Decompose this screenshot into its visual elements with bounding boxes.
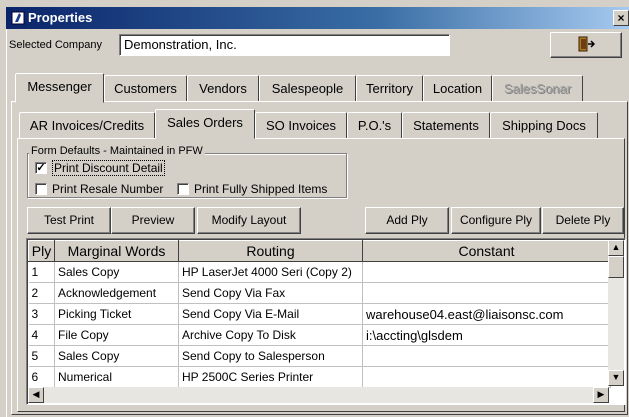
cell-marginal-words[interactable]: Numerical	[54, 366, 179, 388]
column-header-constant[interactable]: Constant	[362, 240, 611, 262]
cell-ply[interactable]: 4	[28, 324, 55, 346]
title-bar[interactable]: Properties ×	[6, 7, 629, 29]
selected-company-field[interactable]: Demonstration, Inc.	[119, 34, 450, 56]
scroll-thumb[interactable]	[608, 256, 624, 278]
cell-constant[interactable]: warehouse04.east@liaisonsc.com	[362, 303, 611, 325]
tab-ar-invoices-label: AR Invoices/Credits	[29, 118, 145, 133]
cell-ply[interactable]: 2	[28, 282, 55, 304]
tab-pos-label: P.O.'s	[357, 118, 392, 133]
modify-layout-button[interactable]: Modify Layout	[197, 207, 301, 234]
cell-routing[interactable]: Archive Copy To Disk	[178, 324, 363, 346]
cell-marginal-words[interactable]: Picking Ticket	[54, 303, 179, 325]
table-row[interactable]: 6 Numerical HP 2500C Series Printer	[28, 366, 611, 388]
tab-shipping-docs-label: Shipping Docs	[502, 118, 586, 133]
tab-vendors[interactable]: Vendors	[187, 75, 259, 102]
table-row[interactable]: 4 File Copy Archive Copy To Disk i:\acct…	[28, 324, 611, 346]
tab-location[interactable]: Location	[423, 75, 492, 102]
cell-routing[interactable]: Send Copy Via Fax	[178, 282, 363, 304]
tab-territory-label: Territory	[366, 81, 413, 96]
delete-ply-button[interactable]: Delete Ply	[542, 207, 624, 234]
cell-constant[interactable]	[362, 261, 611, 283]
scroll-up-arrow-icon[interactable]: ▲	[608, 240, 624, 256]
form-defaults-title: Form Defaults - Maintained in PFW	[29, 145, 205, 157]
close-button[interactable]: ×	[613, 10, 629, 26]
tab-vendors-label: Vendors	[199, 81, 247, 96]
test-print-button[interactable]: Test Print	[27, 207, 111, 234]
cell-ply[interactable]: 5	[28, 345, 55, 367]
tab-messenger-label: Messenger	[27, 79, 92, 94]
ply-table: Ply Marginal Words Routing Constant 1 Sa…	[28, 240, 611, 388]
add-ply-button[interactable]: Add Ply	[365, 207, 449, 234]
cell-ply[interactable]: 3	[28, 303, 55, 325]
tab-sales-orders-label: Sales Orders	[167, 115, 243, 130]
cell-constant[interactable]	[362, 366, 611, 388]
tab-salessonar: SalesSonar	[492, 75, 583, 102]
cell-marginal-words[interactable]: Acknowledgement	[54, 282, 179, 304]
print-resale-number-label[interactable]: Print Resale Number	[52, 182, 163, 196]
tab-statements-label: Statements	[413, 118, 479, 133]
tab-ar-invoices[interactable]: AR Invoices/Credits	[19, 112, 155, 139]
cell-marginal-words[interactable]: File Copy	[54, 324, 179, 346]
column-header-ply[interactable]: Ply	[28, 240, 55, 262]
scroll-left-arrow-icon[interactable]: ◀	[28, 387, 44, 403]
table-row[interactable]: 3 Picking Ticket Send Copy Via E-Mail wa…	[28, 303, 611, 325]
tab-location-label: Location	[432, 81, 483, 96]
cell-marginal-words[interactable]: Sales Copy	[54, 345, 179, 367]
tab-customers[interactable]: Customers	[104, 75, 187, 102]
table-row[interactable]: 1 Sales Copy HP LaserJet 4000 Seri (Copy…	[28, 261, 611, 283]
tab-salessonar-label: SalesSonar	[503, 81, 572, 96]
cell-marginal-words[interactable]: Sales Copy	[54, 261, 179, 283]
tab-sales-orders[interactable]: Sales Orders	[155, 109, 255, 139]
tab-so-invoices-label: SO Invoices	[265, 118, 337, 133]
cell-constant[interactable]	[362, 282, 611, 304]
table-row[interactable]: 5 Sales Copy Send Copy to Salesperson	[28, 345, 611, 367]
ply-grid[interactable]: Ply Marginal Words Routing Constant 1 Sa…	[26, 238, 626, 405]
tab-salespeople-label: Salespeople	[271, 81, 344, 96]
app-icon	[11, 11, 25, 25]
print-fully-shipped-label[interactable]: Print Fully Shipped Items	[194, 182, 327, 196]
tab-statements[interactable]: Statements	[402, 112, 490, 139]
tab-customers-label: Customers	[114, 81, 177, 96]
column-header-routing[interactable]: Routing	[178, 240, 363, 262]
cell-constant[interactable]	[362, 345, 611, 367]
exit-door-icon	[578, 36, 596, 52]
grid-header-row: Ply Marginal Words Routing Constant	[28, 240, 611, 262]
tab-territory[interactable]: Territory	[356, 75, 423, 102]
print-discount-detail-checkbox[interactable]: ✓	[35, 162, 47, 174]
scroll-right-arrow-icon[interactable]: ▶	[593, 387, 609, 403]
scroll-down-arrow-icon[interactable]: ▼	[608, 370, 624, 386]
tab-salespeople[interactable]: Salespeople	[259, 75, 356, 102]
preview-button[interactable]: Preview	[111, 207, 195, 234]
print-resale-number-checkbox[interactable]	[35, 183, 47, 195]
cell-routing[interactable]: HP 2500C Series Printer	[178, 366, 363, 388]
cell-constant[interactable]: i:\accting\glsdem	[362, 324, 611, 346]
tab-pos[interactable]: P.O.'s	[347, 112, 402, 139]
cell-routing[interactable]: HP LaserJet 4000 Seri (Copy 2)	[178, 261, 363, 283]
exit-button[interactable]	[550, 32, 622, 58]
cell-routing[interactable]: Send Copy to Salesperson	[178, 345, 363, 367]
vertical-scrollbar[interactable]: ▲ ▼	[608, 240, 624, 386]
tab-shipping-docs[interactable]: Shipping Docs	[490, 112, 598, 139]
configure-ply-button[interactable]: Configure Ply	[451, 207, 541, 234]
print-discount-detail-label[interactable]: Print Discount Detail	[52, 160, 165, 176]
cell-ply[interactable]: 6	[28, 366, 55, 388]
selected-company-label: Selected Company	[9, 39, 102, 51]
cell-routing[interactable]: Send Copy Via E-Mail	[178, 303, 363, 325]
horizontal-scrollbar[interactable]: ◀ ▶	[28, 387, 609, 403]
tab-messenger[interactable]: Messenger	[15, 73, 104, 103]
column-header-marginal-words[interactable]: Marginal Words	[54, 240, 179, 262]
print-fully-shipped-checkbox[interactable]	[177, 183, 189, 195]
cell-ply[interactable]: 1	[28, 261, 55, 283]
window-title: Properties	[28, 10, 93, 25]
table-row[interactable]: 2 Acknowledgement Send Copy Via Fax	[28, 282, 611, 304]
tab-so-invoices[interactable]: SO Invoices	[255, 112, 347, 139]
